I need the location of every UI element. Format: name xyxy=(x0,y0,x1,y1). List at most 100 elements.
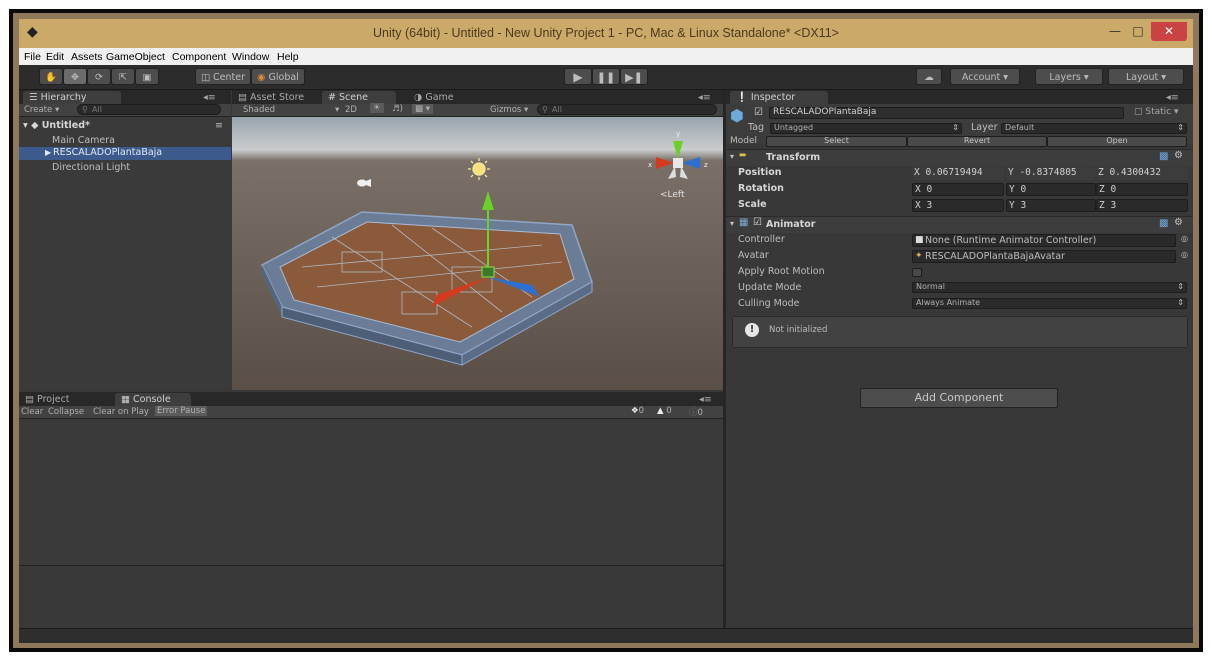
list-item[interactable]: Directional Light xyxy=(52,162,130,173)
scene-viewport[interactable]: y x z <Left xyxy=(232,117,723,390)
gizmos-dropdown[interactable]: Gizmos ▾ xyxy=(490,105,528,115)
layer-dropdown[interactable]: Default ⇕ xyxy=(1001,123,1187,134)
pause-button[interactable]: ❚❚ xyxy=(592,68,620,85)
rotation-x-field[interactable]: X 0 xyxy=(912,183,1004,196)
help-icon[interactable]: ▩ xyxy=(1159,218,1168,229)
account-dropdown[interactable]: Account ▾ xyxy=(950,68,1020,85)
warning-count-badge[interactable]: ▲ 0 xyxy=(657,406,672,416)
step-button[interactable]: ▶❚ xyxy=(620,68,648,85)
scene-search-input[interactable]: ⚲ All xyxy=(537,104,717,115)
list-item[interactable]: Main Camera xyxy=(52,135,115,146)
menu-gameobject[interactable]: GameObject xyxy=(106,51,165,63)
object-picker-icon[interactable]: ◎ xyxy=(1181,250,1188,259)
tab-hierarchy[interactable]: ☰ Hierarchy xyxy=(23,91,121,104)
layers-label: Layers xyxy=(1049,72,1081,83)
clear-on-play-button[interactable]: Clear on Play xyxy=(93,407,149,417)
tab-hierarchy-label: Hierarchy xyxy=(40,92,87,103)
model-revert-button[interactable]: Revert xyxy=(907,136,1047,147)
panel-menu-icon[interactable]: ◂≡ xyxy=(203,91,227,104)
tab-console[interactable]: ▦ Console xyxy=(115,393,191,406)
hand-tool-button[interactable]: ✋ xyxy=(39,68,63,85)
menu-file[interactable]: File xyxy=(24,51,41,63)
transform-title: Transform xyxy=(766,152,821,163)
play-button[interactable]: ▶ xyxy=(564,68,592,85)
tag-value: Untagged xyxy=(774,123,814,132)
animator-enabled-checkbox[interactable]: ☑ xyxy=(753,217,762,228)
panel-menu-icon[interactable]: ◂≡ xyxy=(699,393,719,406)
pivot-global-button[interactable]: ◉ Global xyxy=(251,68,305,85)
tab-asset-store[interactable]: ▤ Asset Store xyxy=(238,91,320,104)
add-component-button[interactable]: Add Component xyxy=(860,388,1058,408)
minimize-button[interactable]: — xyxy=(1104,22,1126,41)
object-name-field[interactable]: RESCALADOPlantaBaja xyxy=(769,107,1124,119)
culling-mode-dropdown[interactable]: Always Animate ⇕ xyxy=(912,298,1187,309)
cloud-button[interactable]: ☁ xyxy=(916,68,942,85)
help-icon[interactable]: ▩ xyxy=(1159,151,1168,162)
position-x-field[interactable]: X 0.06719494 xyxy=(912,167,1004,180)
menu-edit[interactable]: Edit xyxy=(46,51,64,63)
gear-icon[interactable]: ⚙ xyxy=(1174,150,1183,161)
menu-help[interactable]: Help xyxy=(277,51,299,63)
message-count-badge[interactable]: ⓘ0 xyxy=(689,406,703,418)
list-item-selected[interactable]: ▶ RESCALADOPlantaBaja xyxy=(19,147,231,160)
rotation-z-field[interactable]: Z 0 xyxy=(1096,183,1188,196)
tag-dropdown[interactable]: Untagged ⇕ xyxy=(770,123,962,134)
scale-y-field[interactable]: Y 3 xyxy=(1006,199,1096,212)
tab-project[interactable]: ▤ Project xyxy=(25,393,105,406)
object-picker-icon[interactable]: ◎ xyxy=(1181,234,1188,243)
clear-button[interactable]: Clear xyxy=(21,407,43,417)
rotation-y-field[interactable]: Y 0 xyxy=(1006,183,1096,196)
menu-component[interactable]: Component xyxy=(172,51,226,63)
move-tool-button[interactable]: ✥ xyxy=(63,68,87,85)
transform-header[interactable]: ▾ ➨ Transform ▩ ⚙ xyxy=(726,149,1193,166)
model-select-button[interactable]: Select xyxy=(766,136,907,147)
scale-z-field[interactable]: Z 3 xyxy=(1096,199,1188,212)
scene-menu-icon[interactable]: ≡ xyxy=(215,120,223,131)
animator-header[interactable]: ▾ ▦ ☑ Animator ▩ ⚙ xyxy=(726,216,1193,233)
panel-menu-icon[interactable]: ◂≡ xyxy=(1166,91,1190,104)
position-y-field[interactable]: Y -0.8374805 xyxy=(1006,167,1096,180)
pivot-center-button[interactable]: ◫ Center xyxy=(195,68,251,85)
effects-dropdown-icon[interactable]: ▩ ▾ xyxy=(412,104,433,114)
rect-tool-button[interactable]: ▣ xyxy=(135,68,159,85)
controller-field[interactable]: ■ None (Runtime Animator Controller) xyxy=(912,234,1176,247)
close-button[interactable]: ✕ xyxy=(1151,22,1187,41)
position-z-field[interactable]: Z 0.4300432 xyxy=(1096,167,1188,180)
title-bar: ◆ Unity (64bit) - Untitled - New Unity P… xyxy=(19,19,1193,48)
scale-x-field[interactable]: X 3 xyxy=(912,199,1004,212)
model-open-button[interactable]: Open xyxy=(1047,136,1187,147)
error-count-badge[interactable]: ❖0 xyxy=(631,406,644,416)
gear-icon[interactable]: ⚙ xyxy=(1174,217,1183,228)
layers-dropdown[interactable]: Layers ▾ xyxy=(1035,68,1103,85)
tab-scene[interactable]: # Scene xyxy=(322,91,396,104)
account-label: Account xyxy=(961,72,1001,83)
apply-root-motion-checkbox[interactable] xyxy=(912,268,922,277)
collapse-button[interactable]: Collapse xyxy=(48,407,84,417)
console-log-area[interactable] xyxy=(19,419,723,565)
audio-toggle-icon[interactable]: ♬) xyxy=(392,104,403,114)
layout-dropdown[interactable]: Layout ▾ xyxy=(1108,68,1184,85)
scale-label: Scale xyxy=(738,199,767,210)
avatar-field[interactable]: ✦ RESCALADOPlantaBajaAvatar xyxy=(912,250,1176,263)
error-pause-button[interactable]: Error Pause xyxy=(155,406,208,416)
menu-window[interactable]: Window xyxy=(232,51,269,63)
shading-mode-dropdown[interactable]: Shaded xyxy=(243,105,275,115)
update-mode-dropdown[interactable]: Normal ⇕ xyxy=(912,282,1187,293)
hierarchy-search-input[interactable]: ⚲ All xyxy=(77,104,221,115)
scale-tool-button[interactable]: ⇱ xyxy=(111,68,135,85)
static-toggle[interactable]: ▢ Static ▾ xyxy=(1134,107,1179,117)
create-button[interactable]: Create ▾ xyxy=(24,105,59,115)
menu-assets[interactable]: Assets xyxy=(71,51,103,63)
maximize-button[interactable]: □ xyxy=(1127,22,1149,41)
tab-inspector[interactable]: ❕ Inspector xyxy=(730,91,828,104)
model-open-label: Open xyxy=(1106,136,1128,145)
info-icon: ⓘ xyxy=(689,408,698,418)
list-item-label: Directional Light xyxy=(52,162,131,173)
active-checkbox[interactable]: ☑ xyxy=(754,107,763,118)
panel-menu-icon[interactable]: ◂≡ xyxy=(698,91,718,104)
tab-game[interactable]: ◑ Game xyxy=(414,91,484,104)
scene-root[interactable]: ▾ ◆ Untitled* xyxy=(23,120,90,131)
toggle-2d-button[interactable]: 2D xyxy=(345,105,357,115)
lighting-toggle-icon[interactable]: ☀ xyxy=(370,103,384,113)
rotate-tool-button[interactable]: ⟳ xyxy=(87,68,111,85)
